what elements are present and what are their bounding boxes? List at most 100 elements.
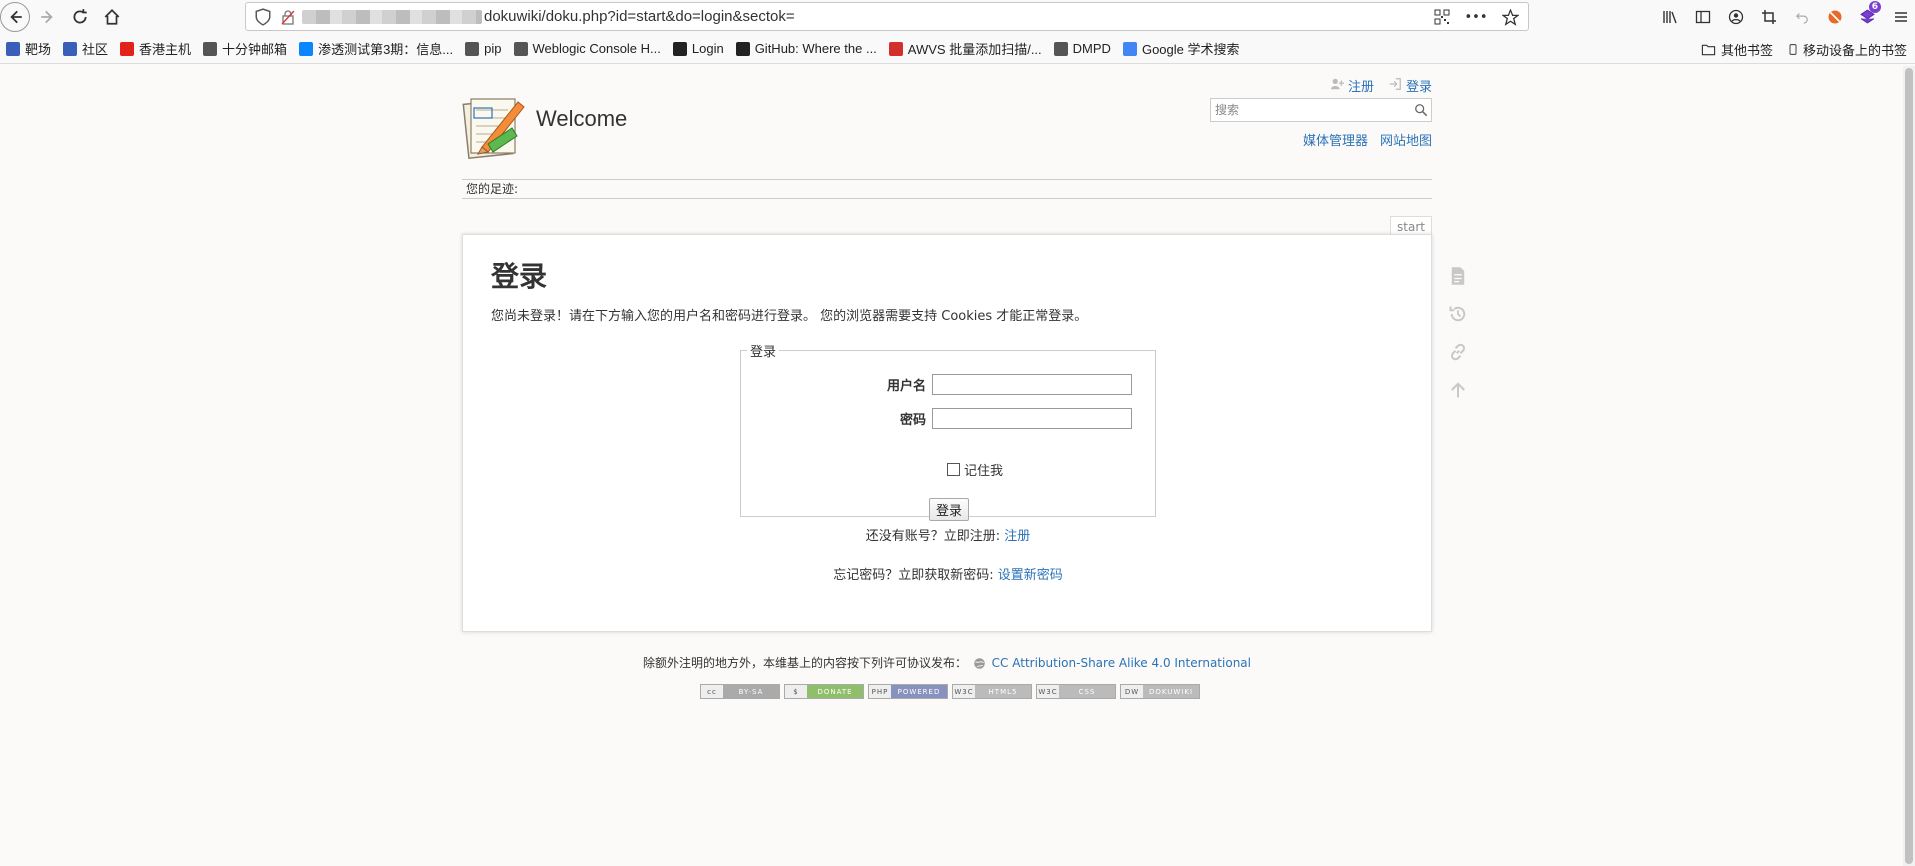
scholar-icon (1122, 41, 1137, 56)
globe-icon (203, 41, 218, 56)
bookmark-item[interactable]: 靶场 (6, 39, 51, 58)
dokuwiki-page: Welcome 注册 登录 媒体管理器 网站地图 (462, 66, 1466, 699)
bookmark-item[interactable]: Login (672, 41, 724, 56)
qr-code-icon[interactable] (1432, 7, 1452, 27)
bookmark-label: 十分钟邮箱 (222, 42, 288, 57)
login-link[interactable]: 登录 (1388, 76, 1432, 95)
bookmark-label: AWVS 批量添加扫描/... (907, 42, 1042, 57)
image-icon (1053, 41, 1068, 56)
bookmark-label: 香港主机 (139, 42, 192, 57)
bookmark-label: 靶场 (25, 42, 52, 57)
mobile-bookmarks-folder[interactable]: 移动设备上的书签 (1787, 40, 1907, 59)
back-arrow-icon[interactable] (0, 2, 30, 32)
forgot-password-text: 忘记密码？立即获取新密码: (833, 568, 994, 583)
license-footer: 除额外注明的地方外，本维基上的内容按下列许可协议发布： CC Attributi… (462, 654, 1432, 671)
bookmark-item[interactable]: 香港主机 (120, 39, 191, 58)
site-title[interactable]: Welcome (536, 106, 627, 132)
bookmark-item[interactable]: Google 学术搜索 (1122, 39, 1240, 58)
footer-badge[interactable]: PHP POWERED (868, 684, 948, 699)
sidebar-icon[interactable] (1688, 2, 1717, 31)
menu-hamburger-icon[interactable] (1886, 2, 1915, 31)
badge-left-label: W3C (1037, 685, 1059, 698)
remember-me[interactable]: 记住我 (947, 460, 1003, 479)
page-scrollbar[interactable] (1903, 66, 1915, 866)
add-user-icon (1330, 77, 1344, 95)
bookmark-star-icon[interactable] (1500, 7, 1520, 27)
footer-badge[interactable]: DW DOKUWIKI (1120, 684, 1200, 699)
badge-right-label: BY-SA (723, 685, 779, 698)
url-text[interactable]: dokuwiki/doku.php?id=start&do=login&sect… (484, 8, 795, 25)
insecure-lock-icon[interactable] (280, 9, 296, 25)
search-form (1210, 98, 1432, 122)
mobile-device-icon (1787, 42, 1799, 57)
extension-badge-icon[interactable]: 6 (1853, 1, 1882, 31)
reset-password-link[interactable]: 设置新密码 (998, 568, 1063, 583)
bookmark-item[interactable]: GitHub: Where the ... (735, 41, 877, 56)
search-input[interactable] (1211, 100, 1411, 120)
bookmark-item[interactable]: AWVS 批量添加扫描/... (888, 39, 1042, 58)
home-icon[interactable] (96, 1, 128, 33)
library-icon[interactable] (1655, 2, 1684, 31)
back-to-top-icon[interactable] (1446, 378, 1470, 402)
shield-icon (63, 41, 78, 56)
login-form: 登录 用户名 密码 记住我 登录 (740, 341, 1156, 521)
password-field[interactable] (932, 408, 1132, 429)
footer-badge[interactable]: $ DONATE (784, 684, 864, 699)
extension-badge-count: 6 (1868, 1, 1881, 13)
forward-arrow-icon[interactable] (32, 1, 64, 33)
bookmark-label: 渗透测试第3期：信息... (318, 42, 454, 57)
login-button[interactable]: 登录 (929, 498, 970, 521)
bookmark-item[interactable]: Weblogic Console H... (513, 41, 661, 56)
bookmarks-toolbar: 靶场 社区 香港主机 十分钟邮箱 渗透测试第3期：信息... pip Weblogic Co… (0, 34, 1915, 64)
search-icon[interactable] (1411, 100, 1431, 120)
page-actions-icon[interactable]: ••• (1465, 7, 1488, 27)
sitemap-link[interactable]: 网站地图 (1380, 130, 1432, 149)
password-label: 密码 (899, 413, 926, 428)
dokuwiki-logo-icon[interactable] (462, 92, 528, 160)
url-blurred-host (302, 9, 482, 24)
other-bookmarks-label: 其他书签 (1720, 42, 1773, 58)
tracking-shield-icon[interactable] (254, 7, 272, 26)
footer-badge[interactable]: W3C CSS (1036, 684, 1116, 699)
username-field[interactable] (932, 374, 1132, 395)
remember-me-checkbox[interactable] (947, 463, 960, 476)
backlinks-icon[interactable] (1446, 340, 1470, 364)
page-id[interactable]: start (1390, 216, 1432, 236)
old-revisions-icon[interactable] (1446, 302, 1470, 326)
account-icon[interactable] (1721, 2, 1750, 31)
bookmark-label: Login (691, 41, 724, 56)
bookmark-item[interactable]: DMPD (1053, 41, 1111, 56)
badge-right-label: POWERED (891, 685, 947, 698)
bookmark-item[interactable]: 社区 (63, 39, 108, 58)
block-extension-icon[interactable] (1820, 2, 1849, 31)
scrollbar-thumb[interactable] (1905, 68, 1913, 864)
bookmark-item[interactable]: 渗透测试第3期：信息... (299, 39, 453, 58)
bookmark-label: 社区 (82, 42, 109, 57)
license-link[interactable]: CC Attribution-Share Alike 4.0 Internati… (992, 656, 1251, 670)
no-account-text: 还没有账号？立即注册: (865, 529, 1001, 544)
url-bar[interactable]: dokuwiki/doku.php?id=start&do=login&sect… (245, 2, 1529, 31)
register-link[interactable]: 注册 (1330, 76, 1374, 95)
bookmark-item[interactable]: 十分钟邮箱 (203, 39, 287, 58)
undo-icon[interactable] (1787, 2, 1816, 31)
footer-badge[interactable]: cc BY-SA (700, 684, 780, 699)
login-intro-text: 您尚未登录！请在下方输入您的用户名和密码进行登录。 您的浏览器需要支持 Cook… (491, 309, 1088, 324)
main-content: 登录 您尚未登录！请在下方输入您的用户名和密码进行登录。 您的浏览器需要支持 C… (462, 234, 1432, 632)
media-manager-link[interactable]: 媒体管理器 (1303, 130, 1368, 149)
register-now-link[interactable]: 注册 (1004, 529, 1030, 544)
register-label: 注册 (1347, 80, 1374, 95)
bookmark-label: Weblogic Console H... (532, 41, 661, 56)
cloud-icon (120, 41, 135, 56)
other-bookmarks-folder[interactable]: 其他书签 (1701, 40, 1773, 59)
show-page-icon[interactable] (1446, 264, 1470, 288)
mobile-bookmarks-label: 移动设备上的书签 (1802, 42, 1907, 58)
reload-icon[interactable] (64, 1, 96, 33)
footer-badges: cc BY-SA $ DONATE PHP POWERED W3C HTML5 W3C CSS DW… (700, 684, 1200, 699)
bookmark-label: DMPD (1072, 41, 1111, 56)
badge-right-label: HTML5 (975, 685, 1031, 698)
screenshot-crop-icon[interactable] (1754, 2, 1783, 31)
page-tools (1446, 264, 1470, 402)
cc-globe-icon (973, 657, 986, 670)
bookmark-item[interactable]: pip (465, 41, 502, 56)
footer-badge[interactable]: W3C HTML5 (952, 684, 1032, 699)
